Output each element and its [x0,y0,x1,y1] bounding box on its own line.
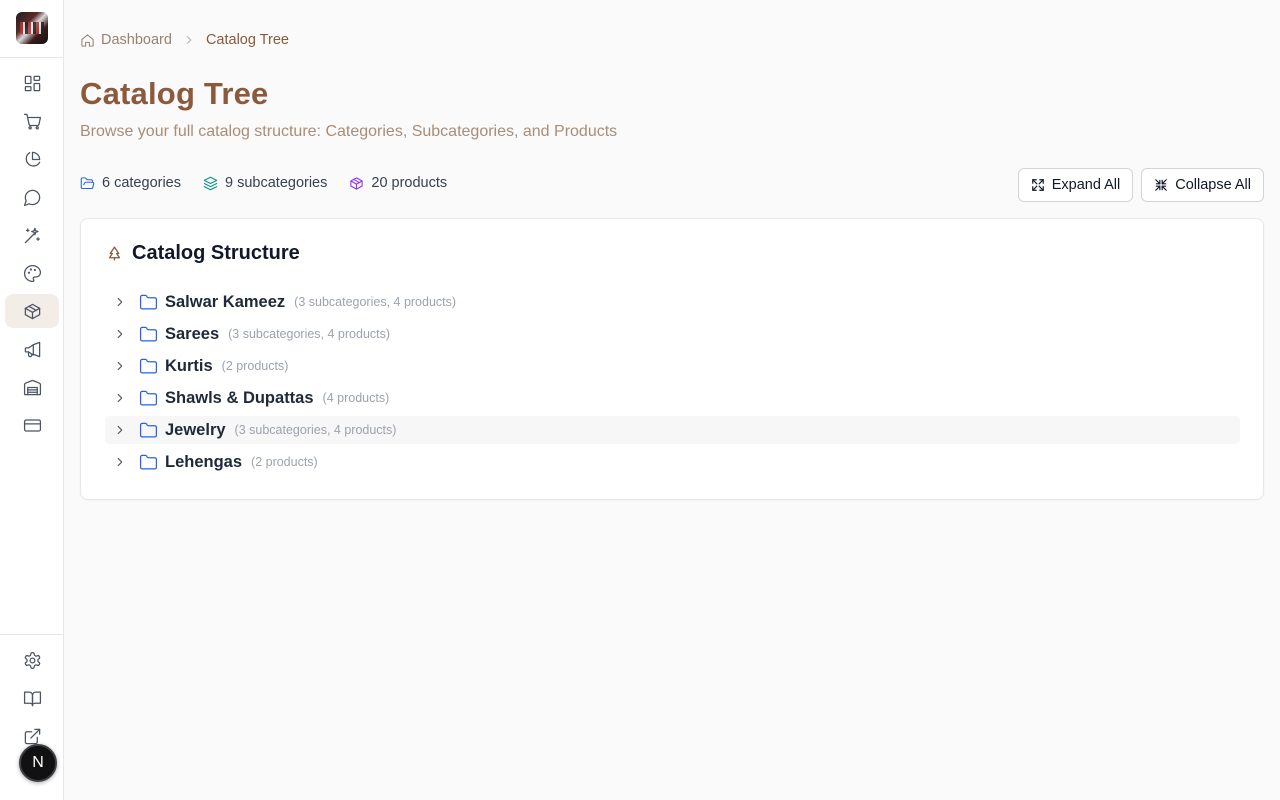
collapse-all-label: Collapse All [1175,177,1251,193]
sidebar-divider [0,57,63,58]
external-link-icon [24,728,40,744]
folder-icon [139,421,158,440]
folder-open-icon [80,176,95,189]
tree-actions: Expand All Collapse All [1017,168,1264,202]
breadcrumb-dashboard-link[interactable]: Dashboard [101,32,172,48]
nav-analytics[interactable] [5,142,59,176]
tree-row[interactable]: Kurtis (2 products) [105,352,1240,380]
nav-billing[interactable] [5,408,59,442]
nav-messages[interactable] [5,180,59,214]
category-meta: (3 subcategories, 4 products) [234,423,397,437]
category-name: Sarees [165,324,220,343]
breadcrumb-current: Catalog Tree [205,32,289,48]
category-meta: (2 products) [251,455,318,469]
nav-warehouse[interactable] [5,370,59,404]
tree-row[interactable]: Salwar Kameez (3 subcategories, 4 produc… [105,288,1240,316]
tree-row[interactable]: Shawls & Dupattas (4 products) [105,384,1240,412]
category-name: Kurtis [165,356,213,375]
folder-icon [139,293,158,312]
folder-icon [139,325,158,344]
stat-categories-label: 6 categories [102,175,181,191]
tree-row[interactable]: Lehengas (2 products) [105,448,1240,476]
palette-icon [23,264,41,282]
tree-row[interactable]: Sarees (3 subcategories, 4 products) [105,320,1240,348]
home-icon [80,33,95,48]
nav-ai-tools[interactable] [5,218,59,252]
book-icon [23,691,41,706]
chevron-right-icon[interactable] [113,455,127,469]
expand-icon [1031,179,1044,191]
tree-icon [108,246,121,261]
user-avatar[interactable]: N [19,744,57,782]
stat-products-label: 20 products [371,175,448,191]
category-name: Lehengas [165,452,243,471]
chevron-right-icon[interactable] [113,391,127,405]
nav-settings[interactable] [5,643,59,677]
page-subtitle: Browse your full catalog structure: Cate… [80,123,618,140]
expand-all-button[interactable]: Expand All [1017,168,1134,202]
category-tree: Salwar Kameez (3 subcategories, 4 produc… [105,288,1240,480]
chevron-right-icon[interactable] [113,295,127,309]
nav-orders[interactable] [5,104,59,138]
dashboard-icon [24,75,40,91]
credit-card-icon [23,418,41,432]
settings-icon [24,651,40,669]
warehouse-icon [23,379,41,395]
stat-categories: 6 categories [80,175,181,191]
nav-catalog[interactable] [5,294,59,328]
tree-row[interactable]: Jewelry (3 subcategories, 4 products) [105,416,1240,444]
stat-subcategories-label: 9 subcategories [225,175,328,191]
package-icon [350,176,364,190]
category-name: Jewelry [165,420,226,439]
card-title: Catalog Structure [132,242,300,264]
category-meta: (2 products) [221,359,289,373]
chevron-right-icon[interactable] [113,423,127,437]
chevron-right-icon[interactable] [113,327,127,341]
folder-icon [139,453,158,472]
nav-appearance[interactable] [5,256,59,290]
nav-marketing[interactable] [5,332,59,366]
folder-icon [139,389,158,408]
category-name: Salwar Kameez [165,292,286,311]
category-meta: (4 products) [322,391,390,405]
stat-products: 20 products [349,175,447,191]
megaphone-icon [24,341,40,357]
stat-subcategories: 9 subcategories [203,175,327,191]
brand-logo[interactable] [16,12,48,44]
pie-chart-icon [25,151,40,166]
cart-icon [23,113,41,129]
expand-all-label: Expand All [1051,177,1121,193]
sidebar: N [0,0,64,800]
category-meta: (3 subcategories, 4 products) [228,327,391,341]
card-header: Catalog Structure [106,242,300,265]
chevron-right-icon [178,33,200,47]
catalog-structure-card: Catalog Structure Salwar Kameez (3 subca… [80,218,1264,500]
folder-icon [139,357,158,376]
collapse-icon [1155,179,1168,191]
collapse-all-button[interactable]: Collapse All [1141,168,1264,202]
package-icon [24,303,40,319]
category-name: Shawls & Dupattas [165,388,314,407]
magic-wand-icon [24,227,40,243]
breadcrumb: Dashboard Catalog Tree [80,32,289,48]
catalog-stats: 6 categories 9 subcategories 20 products [80,175,447,191]
nav-dashboard[interactable] [5,66,59,100]
avatar-initial: N [32,754,44,771]
layers-icon [203,176,218,190]
chat-icon [23,189,40,206]
nav-docs[interactable] [5,681,59,715]
category-meta: (3 subcategories, 4 products) [294,295,457,309]
page-title: Catalog Tree [80,76,269,111]
sidebar-divider [0,634,63,635]
chevron-right-icon[interactable] [113,359,127,373]
